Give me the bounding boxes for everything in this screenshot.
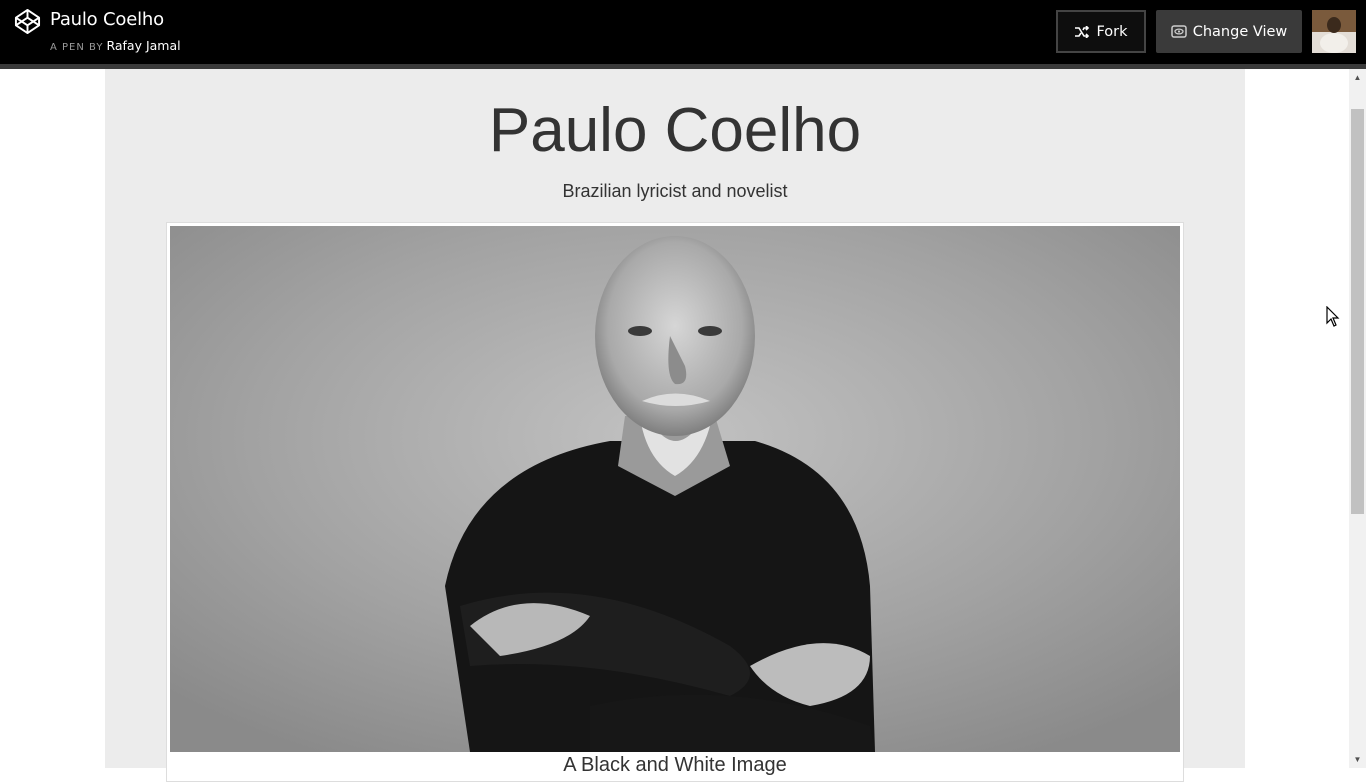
fork-button[interactable]: Fork	[1056, 10, 1146, 53]
page-title: Paulo Coelho	[488, 96, 862, 165]
portrait-photo	[170, 226, 1180, 752]
codepen-logo-icon[interactable]	[14, 8, 41, 35]
vertical-scrollbar[interactable]: ▲ ▼	[1349, 69, 1366, 768]
scroll-down-arrow-icon[interactable]: ▼	[1349, 751, 1366, 768]
pen-title[interactable]: Paulo Coelho	[50, 9, 164, 30]
page-subtitle: Brazilian lyricist and novelist	[562, 181, 788, 201]
pen-author-link[interactable]: Rafay Jamal	[106, 38, 180, 53]
pen-byline: A PEN BY Rafay Jamal	[50, 38, 181, 53]
fork-icon	[1075, 25, 1090, 38]
codepen-header: Paulo Coelho A PEN BY Rafay Jamal Fork Ch…	[0, 0, 1366, 69]
scroll-up-arrow-icon[interactable]: ▲	[1349, 69, 1366, 86]
change-view-button[interactable]: Change View	[1156, 10, 1302, 53]
change-view-label: Change View	[1192, 23, 1288, 40]
mouse-cursor-icon	[1326, 306, 1340, 327]
image-caption: A Black and White Image	[563, 754, 787, 776]
scrollbar-thumb[interactable]	[1351, 109, 1364, 514]
pen-by-label: A PEN BY	[50, 42, 104, 53]
fork-label: Fork	[1096, 23, 1128, 40]
user-avatar[interactable]	[1312, 10, 1356, 53]
eye-icon	[1170, 25, 1187, 38]
